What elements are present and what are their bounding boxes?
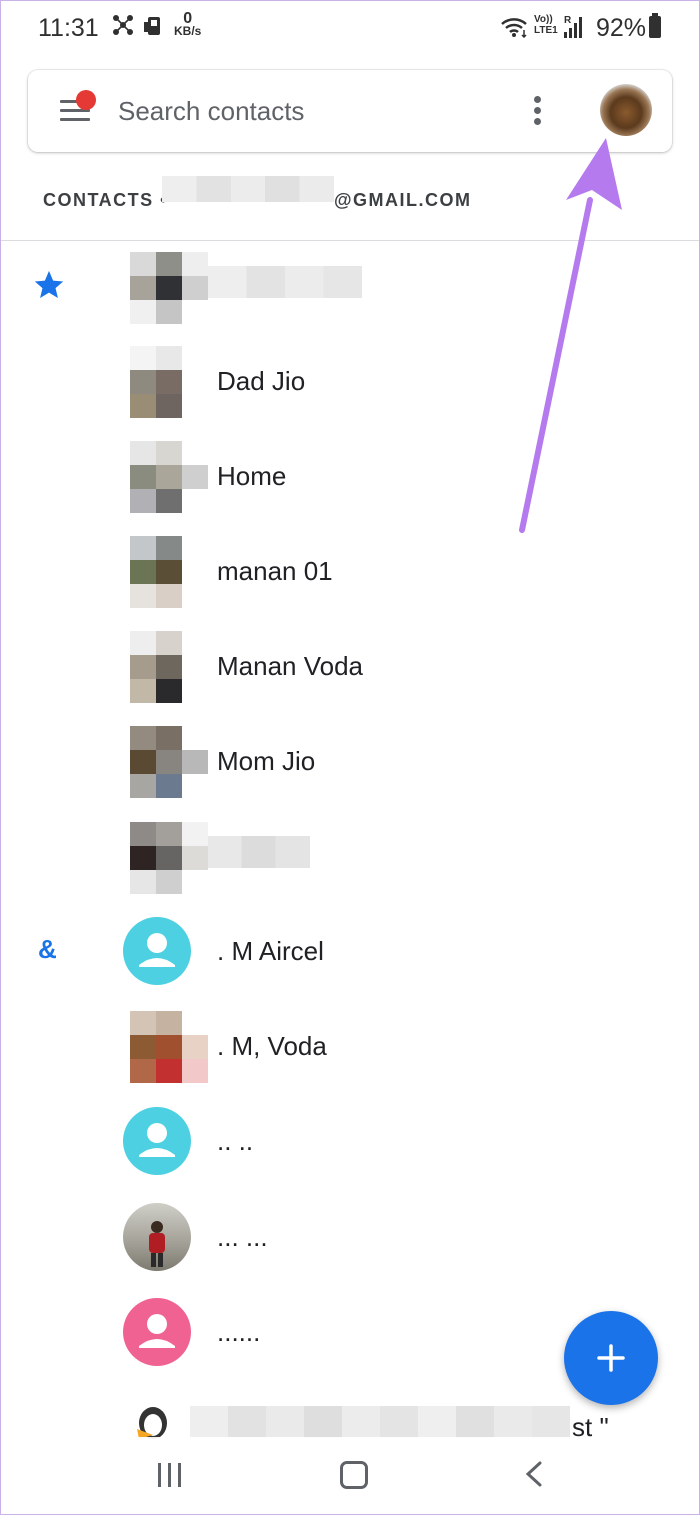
contact-row[interactable]: ... ... <box>0 1192 700 1282</box>
more-vert-icon[interactable] <box>533 96 543 126</box>
plus-icon <box>597 1344 625 1372</box>
network-icon <box>113 15 133 35</box>
contact-name-redacted <box>208 836 310 868</box>
data-saver-icon <box>144 17 160 35</box>
contact-name: Manan Voda <box>217 651 364 681</box>
annotation-arrow <box>519 138 622 533</box>
status-bar: 11:31 0 KB/s Vo)) LTE1 R 92% <box>0 0 700 60</box>
notification-dot <box>76 90 96 110</box>
contact-photo <box>130 252 208 324</box>
contact-name: . M Aircel <box>217 936 324 966</box>
account-domain: @GMAIL.COM <box>334 190 472 210</box>
contact-row[interactable]: .. .. <box>0 1096 700 1186</box>
account-label: CONTACTS • <box>43 190 168 210</box>
roaming-label: R <box>564 15 572 26</box>
contact-photo <box>123 1203 191 1271</box>
signal-icon: R <box>564 15 582 38</box>
volte-indicator: Vo)) LTE1 <box>534 14 558 36</box>
search-input[interactable]: Search contacts <box>118 96 304 127</box>
contact-row[interactable]: . M, Voda <box>0 1001 700 1091</box>
contact-name: . M, Voda <box>217 1031 327 1061</box>
account-email-redacted <box>162 176 334 202</box>
contact-photo <box>130 822 208 894</box>
navigation-bar <box>0 1437 700 1515</box>
battery-icon <box>649 13 661 38</box>
battery-percent: 92% <box>596 14 647 42</box>
contact-name-redacted <box>208 266 362 298</box>
default-person-icon <box>123 917 191 985</box>
contact-photo <box>130 441 208 513</box>
default-person-icon <box>123 1298 191 1366</box>
contact-row[interactable] <box>0 812 700 902</box>
back-icon[interactable] <box>522 1459 548 1489</box>
contact-photo <box>130 346 208 418</box>
contact-row[interactable]: Mom Jio <box>0 716 700 806</box>
contact-photo <box>130 1011 208 1083</box>
recent-apps-icon[interactable] <box>158 1463 184 1487</box>
net-speed: 0 KB/s <box>174 11 202 38</box>
volte-bottom: LTE1 <box>534 25 558 36</box>
contact-name: Dad Jio <box>217 366 306 396</box>
contact-row[interactable]: . M Aircel <box>0 906 700 996</box>
contact-photo <box>130 536 208 608</box>
contact-name: ...... <box>217 1317 261 1347</box>
contact-name-redacted <box>190 1406 570 1438</box>
wifi-icon <box>501 18 527 38</box>
volte-top: Vo)) <box>534 14 553 25</box>
contact-name: manan 01 <box>217 556 333 586</box>
contact-photo <box>130 631 208 703</box>
default-person-icon <box>123 1107 191 1175</box>
contact-photo <box>130 726 208 798</box>
contact-name: .. .. <box>217 1126 254 1156</box>
contact-name: Mom Jio <box>217 746 316 776</box>
contact-name: ... ... <box>217 1222 268 1252</box>
home-icon[interactable] <box>340 1461 368 1489</box>
account-avatar[interactable] <box>600 84 652 136</box>
status-time: 11:31 <box>38 14 99 42</box>
net-speed-unit: KB/s <box>174 24 202 38</box>
add-contact-button[interactable] <box>564 1311 658 1405</box>
contact-name: Home <box>217 461 287 491</box>
contact-row[interactable]: Manan Voda <box>0 621 700 711</box>
